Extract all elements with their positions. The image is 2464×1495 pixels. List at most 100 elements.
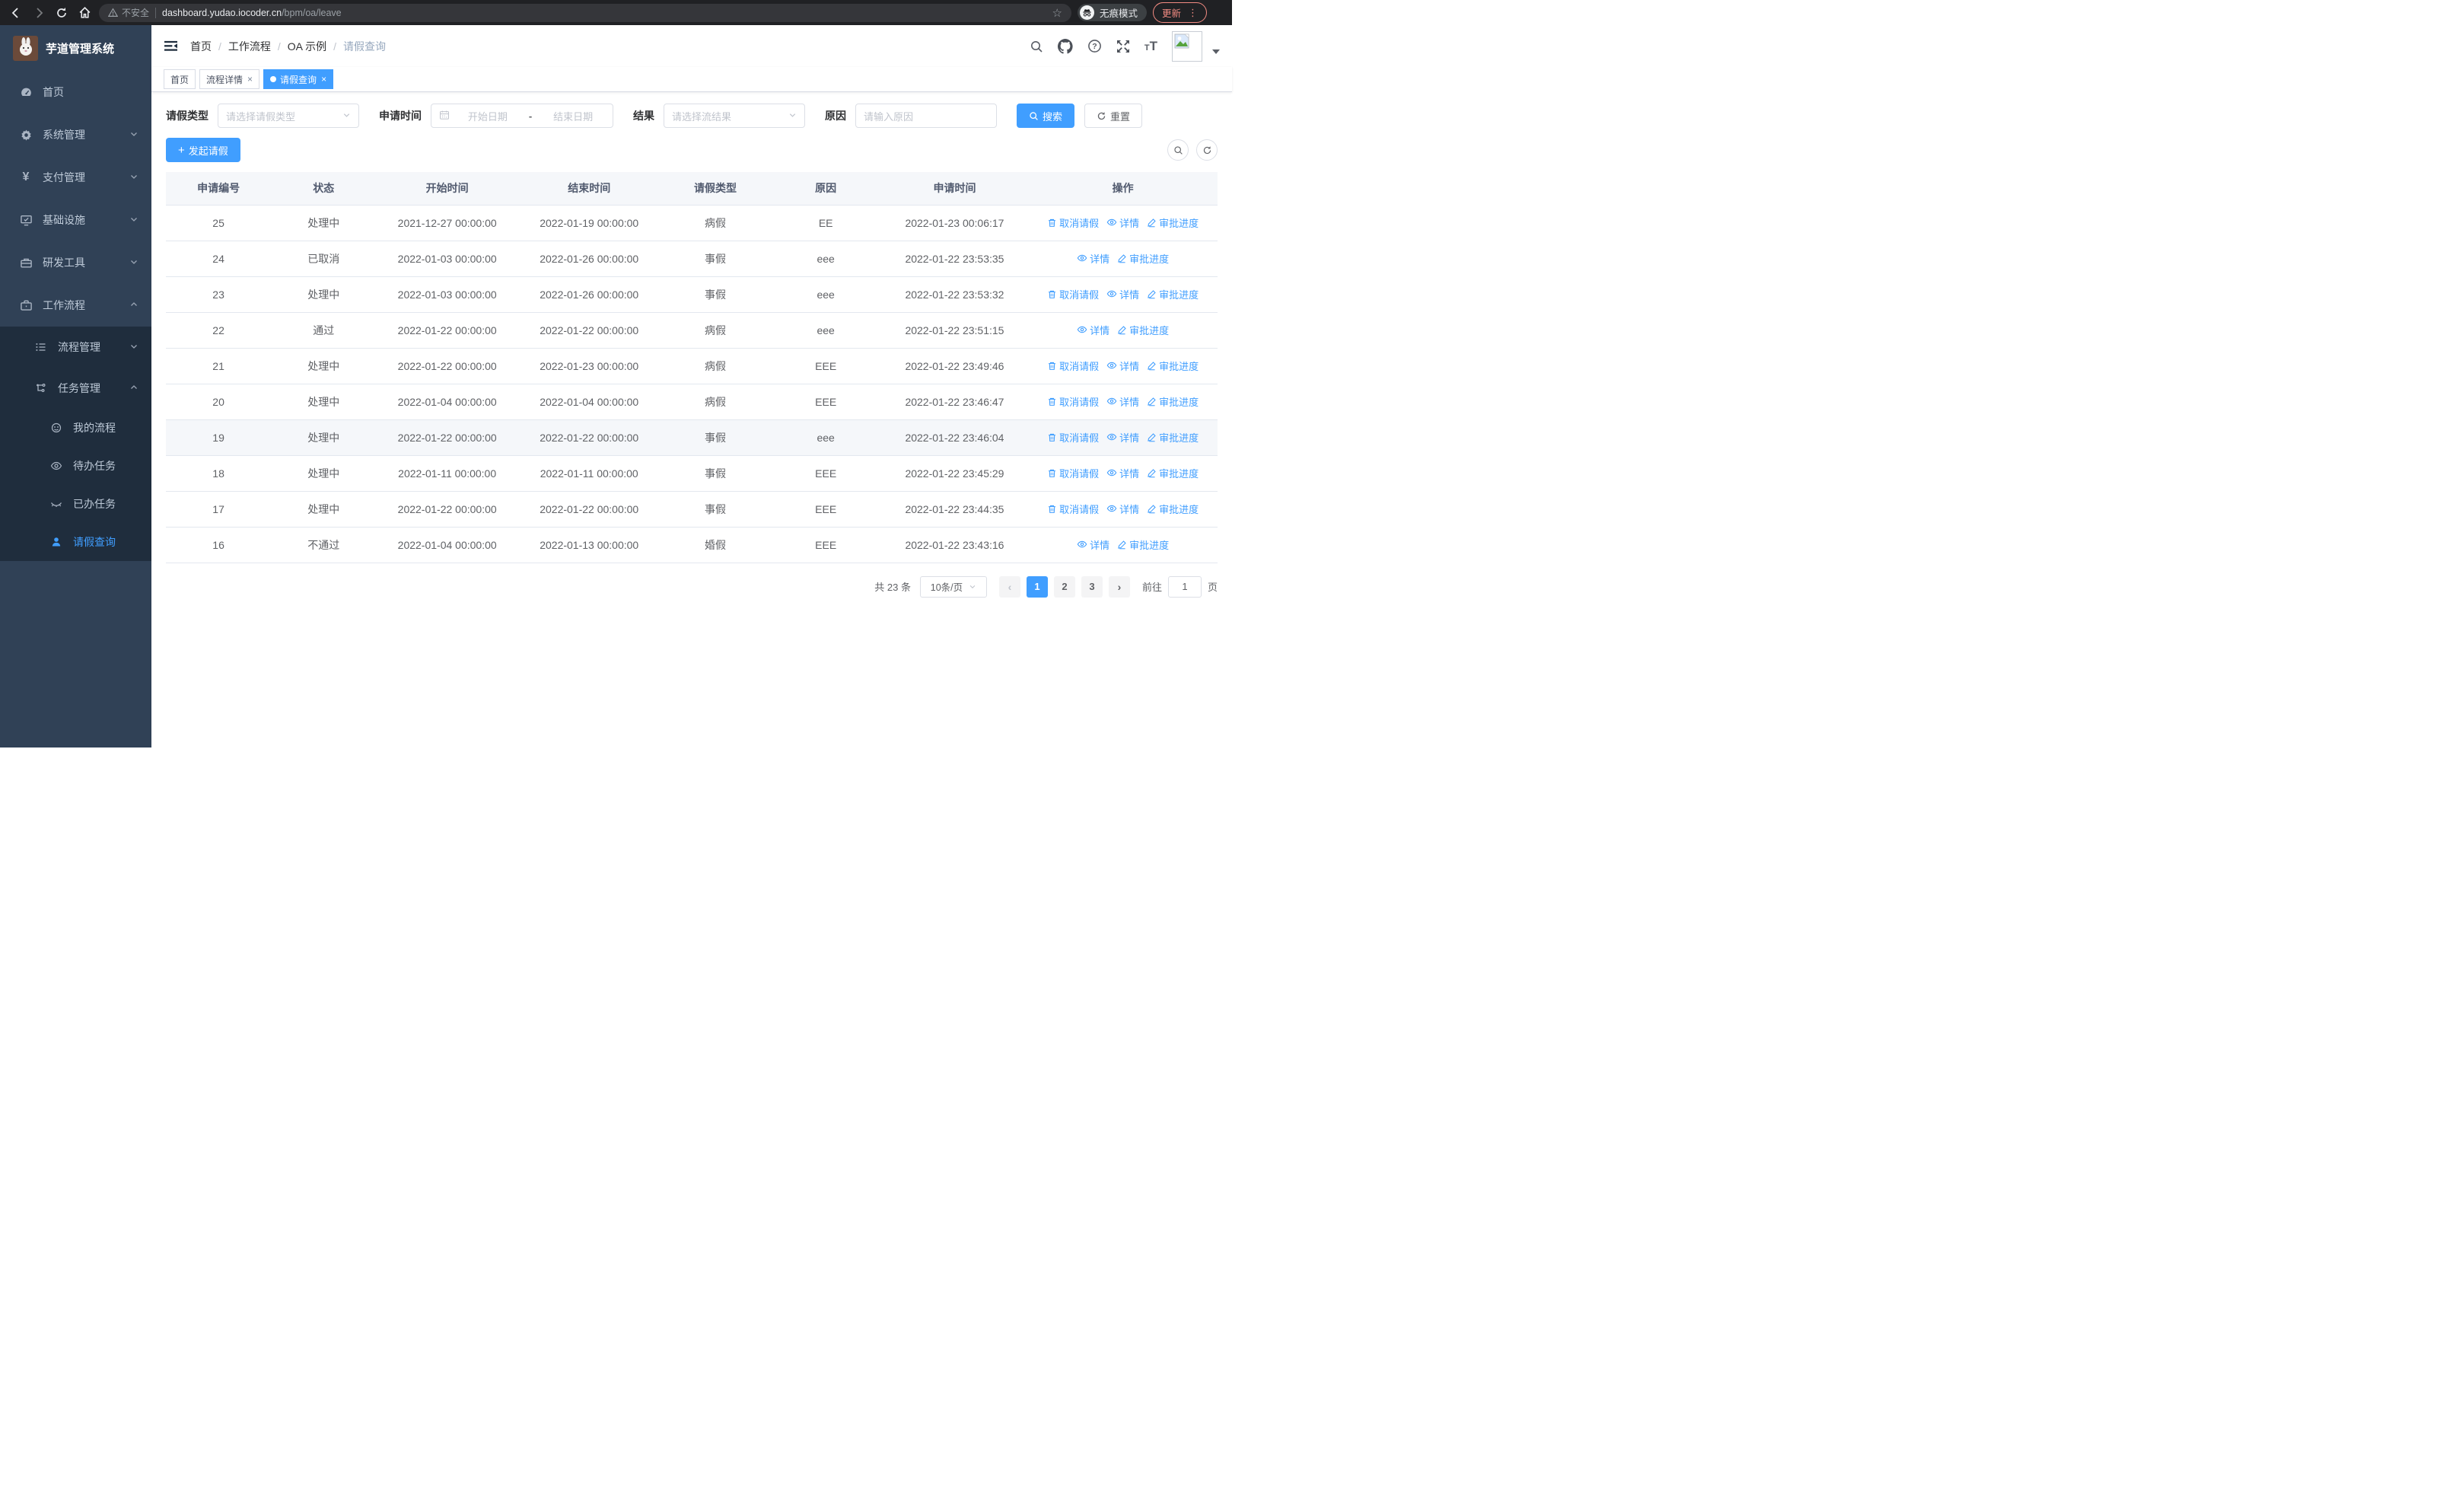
breadcrumb-separator: /: [333, 40, 337, 53]
search-button[interactable]: 搜索: [1017, 104, 1075, 128]
browser-update-button[interactable]: 更新 ⋮: [1153, 2, 1208, 23]
cell-status: 通过: [271, 312, 377, 349]
avatar[interactable]: [1172, 30, 1202, 62]
tab-process-detail[interactable]: 流程详情 ×: [199, 69, 260, 89]
sidebar-item-payment[interactable]: ¥ 支付管理: [0, 156, 151, 199]
approval-progress-link[interactable]: 审批进度: [1117, 537, 1169, 552]
fullscreen-icon[interactable]: [1116, 40, 1130, 53]
cell-actions: 取消请假 详情 审批进度: [1028, 348, 1218, 384]
cell-reason: eee: [770, 276, 881, 313]
address-bar[interactable]: 不安全 dashboard.yudao.iocoder.cn/bpm/oa/le…: [99, 3, 1071, 22]
reason-input[interactable]: 请输入原因: [855, 104, 997, 128]
approval-progress-link[interactable]: 审批进度: [1117, 251, 1169, 266]
search-icon[interactable]: [1030, 40, 1043, 53]
delete-icon: [1049, 219, 1056, 228]
approval-progress-link[interactable]: 审批进度: [1147, 287, 1199, 301]
detail-link[interactable]: 详情: [1106, 215, 1139, 230]
cell-end: 2022-01-13 00:00:00: [517, 527, 661, 563]
approval-progress-link[interactable]: 审批进度: [1117, 323, 1169, 337]
sidebar-item-task-mgmt[interactable]: 任务管理: [0, 368, 151, 409]
github-icon[interactable]: [1057, 38, 1073, 54]
page-button-1[interactable]: 1: [1026, 575, 1048, 598]
sidebar-item-infrastructure[interactable]: 基础设施: [0, 199, 151, 241]
browser-menu-icon[interactable]: ⋮: [1188, 7, 1198, 19]
edit-icon: [1148, 433, 1156, 442]
sidebar-item-leave-query[interactable]: 请假查询: [0, 523, 151, 561]
cell-applied: 2022-01-22 23:46:04: [880, 419, 1029, 456]
avatar-dropdown-caret-icon[interactable]: [1212, 49, 1220, 54]
approval-progress-link[interactable]: 审批进度: [1147, 394, 1199, 409]
browser-forward-icon[interactable]: [30, 5, 47, 21]
close-icon[interactable]: ×: [321, 74, 326, 84]
page-size-select[interactable]: 10条/页: [919, 575, 987, 598]
detail-link[interactable]: 详情: [1106, 466, 1139, 480]
sidebar-item-my-process[interactable]: 我的流程: [0, 409, 151, 447]
breadcrumb-oa-example[interactable]: OA 示例: [288, 39, 326, 54]
breadcrumb-workflow[interactable]: 工作流程: [228, 39, 271, 54]
sidebar-item-todo-tasks[interactable]: 待办任务: [0, 447, 151, 485]
toggle-search-button[interactable]: [1167, 139, 1189, 161]
approval-progress-link[interactable]: 审批进度: [1147, 215, 1199, 230]
goto-label: 前往: [1141, 582, 1162, 593]
breadcrumb-home[interactable]: 首页: [190, 39, 212, 54]
detail-link[interactable]: 详情: [1106, 287, 1139, 301]
leave-type-placeholder: 请选择请假类型: [226, 110, 296, 123]
detail-link[interactable]: 详情: [1077, 537, 1109, 552]
tab-home[interactable]: 首页: [164, 69, 196, 89]
edit-icon: [1148, 290, 1156, 299]
page-button-3[interactable]: 3: [1081, 575, 1103, 598]
sidebar-item-home[interactable]: 首页: [0, 71, 151, 113]
browser-back-icon[interactable]: [8, 5, 24, 21]
detail-link[interactable]: 详情: [1106, 502, 1139, 516]
result-placeholder: 请选择流结果: [672, 110, 732, 123]
sidebar-item-done-tasks[interactable]: 已办任务: [0, 485, 151, 523]
cell-end: 2022-01-04 00:00:00: [517, 384, 661, 420]
detail-link[interactable]: 详情: [1077, 323, 1109, 337]
cancel-leave-link[interactable]: 取消请假: [1047, 466, 1099, 480]
cell-id: 21: [166, 348, 272, 384]
cancel-leave-link[interactable]: 取消请假: [1047, 359, 1099, 373]
next-page-button[interactable]: ›: [1108, 575, 1130, 598]
tab-leave-query[interactable]: 请假查询 ×: [263, 69, 334, 89]
sidebar-item-label: 我的流程: [73, 422, 116, 434]
help-icon[interactable]: ?: [1087, 39, 1102, 53]
sidebar-logo[interactable]: 芋道管理系统: [0, 25, 151, 71]
reset-button[interactable]: 重置: [1084, 104, 1143, 128]
sidebar-item-devtools[interactable]: 研发工具: [0, 241, 151, 284]
security-warning[interactable]: 不安全: [108, 6, 149, 19]
cell-reason: EEE: [770, 455, 881, 492]
sidebar-item-system[interactable]: 系统管理: [0, 113, 151, 156]
view-icon: [1077, 255, 1087, 262]
detail-link[interactable]: 详情: [1106, 359, 1139, 373]
bookmark-star-icon[interactable]: ☆: [1052, 6, 1062, 20]
apply-time-range-picker[interactable]: 开始日期 - 结束日期: [431, 104, 613, 128]
font-size-icon[interactable]: TT: [1144, 40, 1157, 53]
page-button-2[interactable]: 2: [1053, 575, 1075, 598]
browser-home-icon[interactable]: [76, 5, 93, 21]
sidebar-item-workflow[interactable]: 工作流程: [0, 284, 151, 327]
approval-progress-link[interactable]: 审批进度: [1147, 359, 1199, 373]
cancel-leave-link[interactable]: 取消请假: [1047, 502, 1099, 516]
cancel-leave-link[interactable]: 取消请假: [1047, 215, 1099, 230]
result-select[interactable]: 请选择流结果: [664, 104, 805, 128]
browser-toolbar: 不安全 dashboard.yudao.iocoder.cn/bpm/oa/le…: [0, 0, 1232, 25]
approval-progress-link[interactable]: 审批进度: [1147, 502, 1199, 516]
approval-progress-link[interactable]: 审批进度: [1147, 430, 1199, 445]
approval-progress-link[interactable]: 审批进度: [1147, 466, 1199, 480]
cancel-leave-link[interactable]: 取消请假: [1047, 287, 1099, 301]
cancel-leave-link[interactable]: 取消请假: [1047, 394, 1099, 409]
refresh-table-button[interactable]: [1196, 139, 1218, 161]
cell-id: 23: [166, 276, 272, 313]
goto-page-input[interactable]: 1: [1167, 575, 1202, 598]
cancel-leave-link[interactable]: 取消请假: [1047, 430, 1099, 445]
close-icon[interactable]: ×: [247, 74, 253, 84]
leave-type-select[interactable]: 请选择请假类型: [218, 104, 359, 128]
create-leave-button[interactable]: + 发起请假: [166, 138, 240, 162]
detail-link[interactable]: 详情: [1077, 251, 1109, 266]
prev-page-button[interactable]: ‹: [998, 575, 1020, 598]
browser-reload-icon[interactable]: [53, 5, 70, 21]
sidebar-collapse-icon[interactable]: [164, 40, 178, 53]
detail-link[interactable]: 详情: [1106, 394, 1139, 409]
sidebar-item-process-mgmt[interactable]: 流程管理: [0, 327, 151, 368]
detail-link[interactable]: 详情: [1106, 430, 1139, 445]
